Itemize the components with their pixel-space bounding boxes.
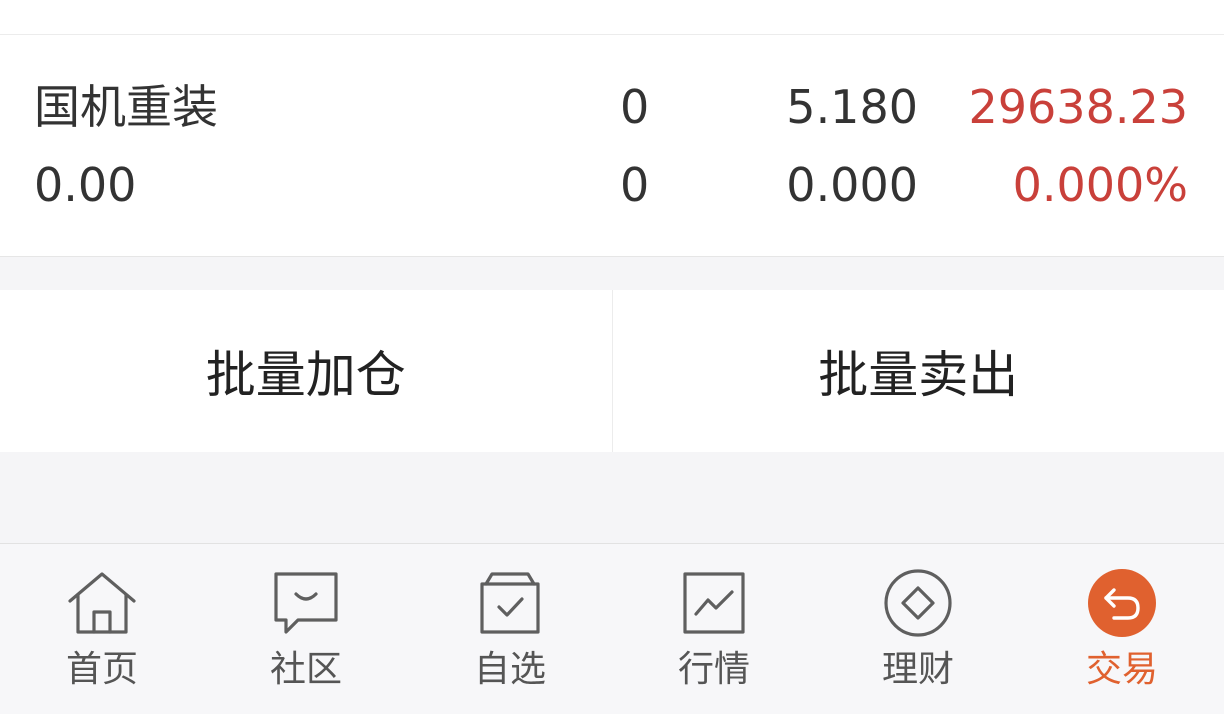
tab-trade[interactable]: 交易 xyxy=(1020,544,1224,714)
bottom-tab-bar: 首页 社区 自选 行情 xyxy=(0,543,1224,714)
diamond-icon xyxy=(880,568,956,638)
tab-community[interactable]: 社区 xyxy=(204,544,408,714)
top-strip xyxy=(0,0,1224,35)
tab-watchlist-label: 自选 xyxy=(408,648,612,692)
available-quantity: 0 xyxy=(620,157,649,213)
tab-home-label: 首页 xyxy=(0,648,204,692)
batch-add-position-button[interactable]: 批量加仓 xyxy=(0,290,612,452)
tab-market[interactable]: 行情 xyxy=(612,544,816,714)
profit-ratio: 0.000% xyxy=(1013,157,1188,213)
stock-name: 国机重装 xyxy=(34,79,218,135)
tab-wealth[interactable]: 理财 xyxy=(816,544,1020,714)
batch-action-bar: 批量加仓 批量卖出 xyxy=(0,290,1224,452)
market-value: 29638.23 xyxy=(969,79,1189,135)
tab-home[interactable]: 首页 xyxy=(0,544,204,714)
holding-row[interactable]: 国机重装 0 5.180 29638.23 0.00 0 0.000 0.000… xyxy=(0,35,1224,257)
chat-bubble-icon xyxy=(268,568,344,638)
tab-watchlist[interactable]: 自选 xyxy=(408,544,612,714)
cost-price: 0.000 xyxy=(786,157,918,213)
profit-amount: 0.00 xyxy=(34,157,136,213)
home-icon xyxy=(64,568,140,638)
tab-trade-label: 交易 xyxy=(1020,648,1224,692)
tab-wealth-label: 理财 xyxy=(816,648,1020,692)
batch-sell-button[interactable]: 批量卖出 xyxy=(613,290,1224,452)
current-price: 5.180 xyxy=(786,79,918,135)
return-arrow-icon xyxy=(1084,568,1160,638)
trend-chart-icon xyxy=(676,568,752,638)
tab-market-label: 行情 xyxy=(612,648,816,692)
watchlist-check-icon xyxy=(472,568,548,638)
holding-quantity: 0 xyxy=(620,79,649,135)
tab-community-label: 社区 xyxy=(204,648,408,692)
